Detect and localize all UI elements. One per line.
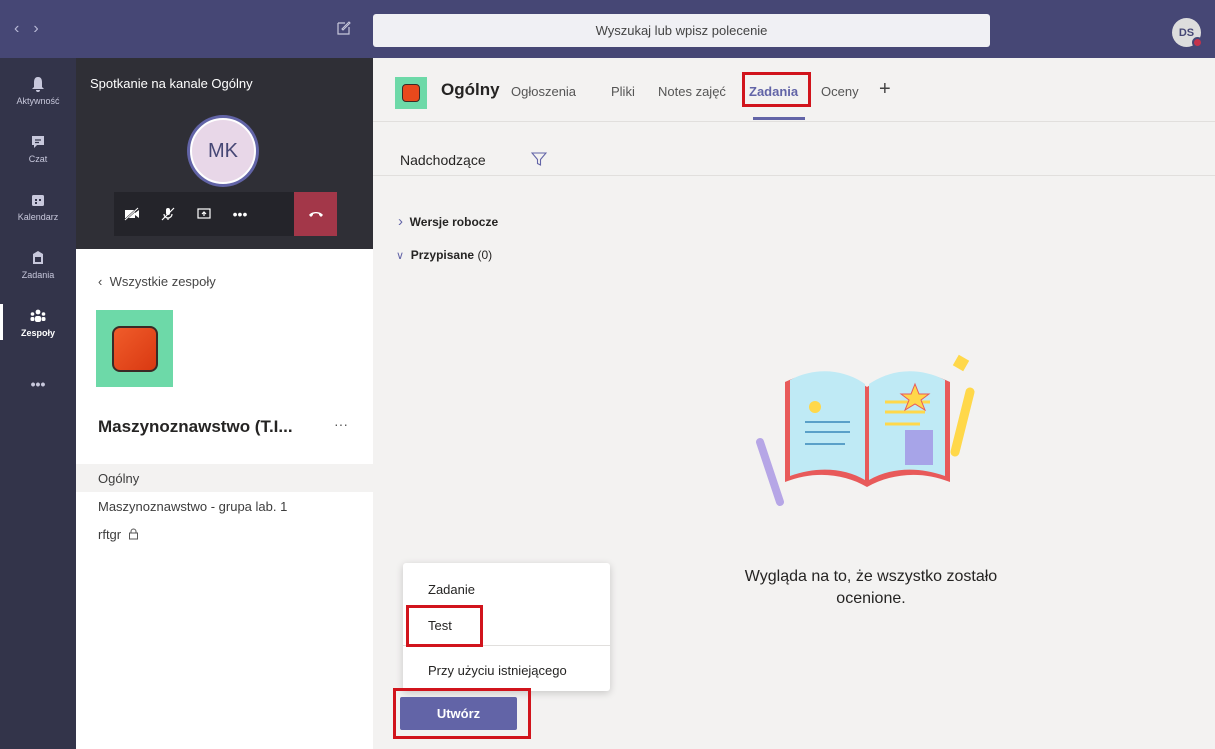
menu-item-assignment[interactable]: Zadanie	[428, 582, 475, 597]
tab-announcements[interactable]: Ogłoszenia	[511, 84, 576, 99]
empty-state-message: Wygląda na to, że wszystko zostało oceni…	[671, 566, 1071, 610]
camera-off-icon	[124, 207, 139, 221]
chevron-right-icon: ›	[398, 213, 403, 230]
assigned-count: (0)	[477, 248, 493, 262]
participant-avatar: MK	[190, 118, 256, 184]
channel-item-general[interactable]: Ogólny	[76, 464, 373, 492]
upcoming-filter-label[interactable]: Nadchodzące	[400, 152, 486, 168]
tab-class-notebook[interactable]: Notes zajęć	[658, 84, 726, 99]
highlight-box	[742, 72, 811, 107]
assigned-label: Przypisane	[410, 248, 475, 262]
rail-item-calendar[interactable]: Kalendarz	[0, 180, 76, 232]
add-tab-button[interactable]: +	[879, 78, 891, 101]
channel-item-lab-group[interactable]: Maszynoznawstwo - grupa lab. 1	[76, 492, 373, 520]
highlight-box	[393, 688, 531, 739]
rail-label: Kalendarz	[17, 211, 59, 222]
search-placeholder: Wyszukaj lub wpisz polecenie	[595, 23, 768, 38]
empty-line-2: ocenione.	[836, 590, 906, 607]
team-name: Maszynoznawstwo (T.I...	[98, 417, 293, 436]
mic-off-icon	[161, 207, 175, 221]
tab-files[interactable]: Pliki	[611, 84, 635, 99]
participant-initials: MK	[208, 139, 238, 162]
calendar-icon	[32, 194, 44, 206]
drafts-label: Wersje robocze	[409, 215, 499, 229]
book-illustration	[756, 354, 975, 506]
back-label: Wszystkie zespoły	[109, 274, 216, 289]
share-screen-icon	[197, 208, 211, 219]
channel-label: Maszynoznawstwo - grupa lab. 1	[98, 498, 288, 514]
empty-line-1: Wygląda na to, że wszystko zostało	[744, 568, 998, 585]
forward-arrow-icon[interactable]: ›	[33, 20, 52, 37]
user-avatar[interactable]: DS	[1172, 18, 1203, 48]
rail-label: Zespoły	[20, 327, 55, 338]
active-tab-indicator	[753, 117, 805, 120]
menu-item-from-existing[interactable]: Przy użyciu istniejącego	[428, 663, 567, 678]
channel-title: Ogólny	[441, 80, 500, 99]
nav-arrows[interactable]: ‹›	[14, 20, 53, 38]
mute-button[interactable]	[150, 192, 186, 236]
meeting-title: Spotkanie na kanale Ogólny	[90, 76, 253, 91]
camera-off-button[interactable]	[114, 192, 150, 236]
more-icon: •••	[30, 376, 46, 392]
chat-icon	[32, 135, 44, 148]
channel-label: Ogólny	[98, 470, 140, 486]
channel-item-private[interactable]: rftgr	[76, 520, 373, 548]
highlight-box	[406, 605, 483, 647]
bell-icon	[32, 76, 44, 92]
channel-label: rftgr	[98, 526, 122, 542]
team-logo	[96, 310, 173, 387]
back-arrow-icon[interactable]: ‹	[14, 20, 33, 37]
rail-item-chat[interactable]: Czat	[0, 122, 76, 174]
rail-label: Zadania	[21, 269, 55, 280]
section-drafts[interactable]: › Wersje robocze	[398, 213, 498, 230]
app-rail: Aktywność Czat Kalendarz Zadania Zespoły…	[0, 58, 76, 749]
top-bar: ‹› Wyszukaj lub wpisz polecenie DS	[0, 0, 1215, 58]
more-icon: •••	[232, 206, 248, 222]
rail-label: Aktywność	[16, 95, 60, 106]
rail-item-activity[interactable]: Aktywność	[0, 64, 76, 116]
filter-bar	[373, 122, 1215, 176]
more-options-button[interactable]: •••	[222, 192, 258, 236]
channel-team-icon	[395, 77, 427, 109]
back-to-teams-link[interactable]: ‹ Wszystkie zespoły	[98, 274, 216, 289]
hang-up-icon	[308, 212, 323, 217]
compose-icon[interactable]	[336, 20, 352, 36]
user-initials: DS	[1178, 26, 1195, 39]
status-dot	[1192, 37, 1203, 48]
team-logo-icon	[111, 325, 158, 372]
hang-up-button[interactable]	[294, 192, 337, 236]
call-controls: •••	[114, 192, 337, 236]
team-panel: ‹ Wszystkie zespoły Maszynoznawstwo (T.I…	[76, 249, 373, 749]
section-assigned[interactable]: ∨ Przypisane (0)	[396, 248, 492, 262]
share-screen-button[interactable]	[186, 192, 222, 236]
teams-icon	[30, 309, 46, 322]
tab-grades[interactable]: Oceny	[821, 84, 859, 99]
chevron-down-icon: ∨	[396, 250, 405, 262]
rail-more-button[interactable]: •••	[0, 358, 76, 410]
rail-item-assignments[interactable]: Zadania	[0, 238, 76, 290]
chevron-left-icon: ‹	[98, 274, 103, 289]
rail-label: Czat	[28, 153, 48, 164]
assignments-icon	[33, 250, 43, 264]
filter-icon[interactable]	[531, 151, 547, 167]
meeting-panel: Spotkanie na kanale Ogólny MK •••	[76, 58, 373, 249]
search-input[interactable]: Wyszukaj lub wpisz polecenie	[373, 14, 990, 47]
team-more-options[interactable]: ···	[334, 416, 348, 432]
rail-item-teams[interactable]: Zespoły	[0, 296, 76, 348]
lock-icon	[129, 528, 139, 540]
